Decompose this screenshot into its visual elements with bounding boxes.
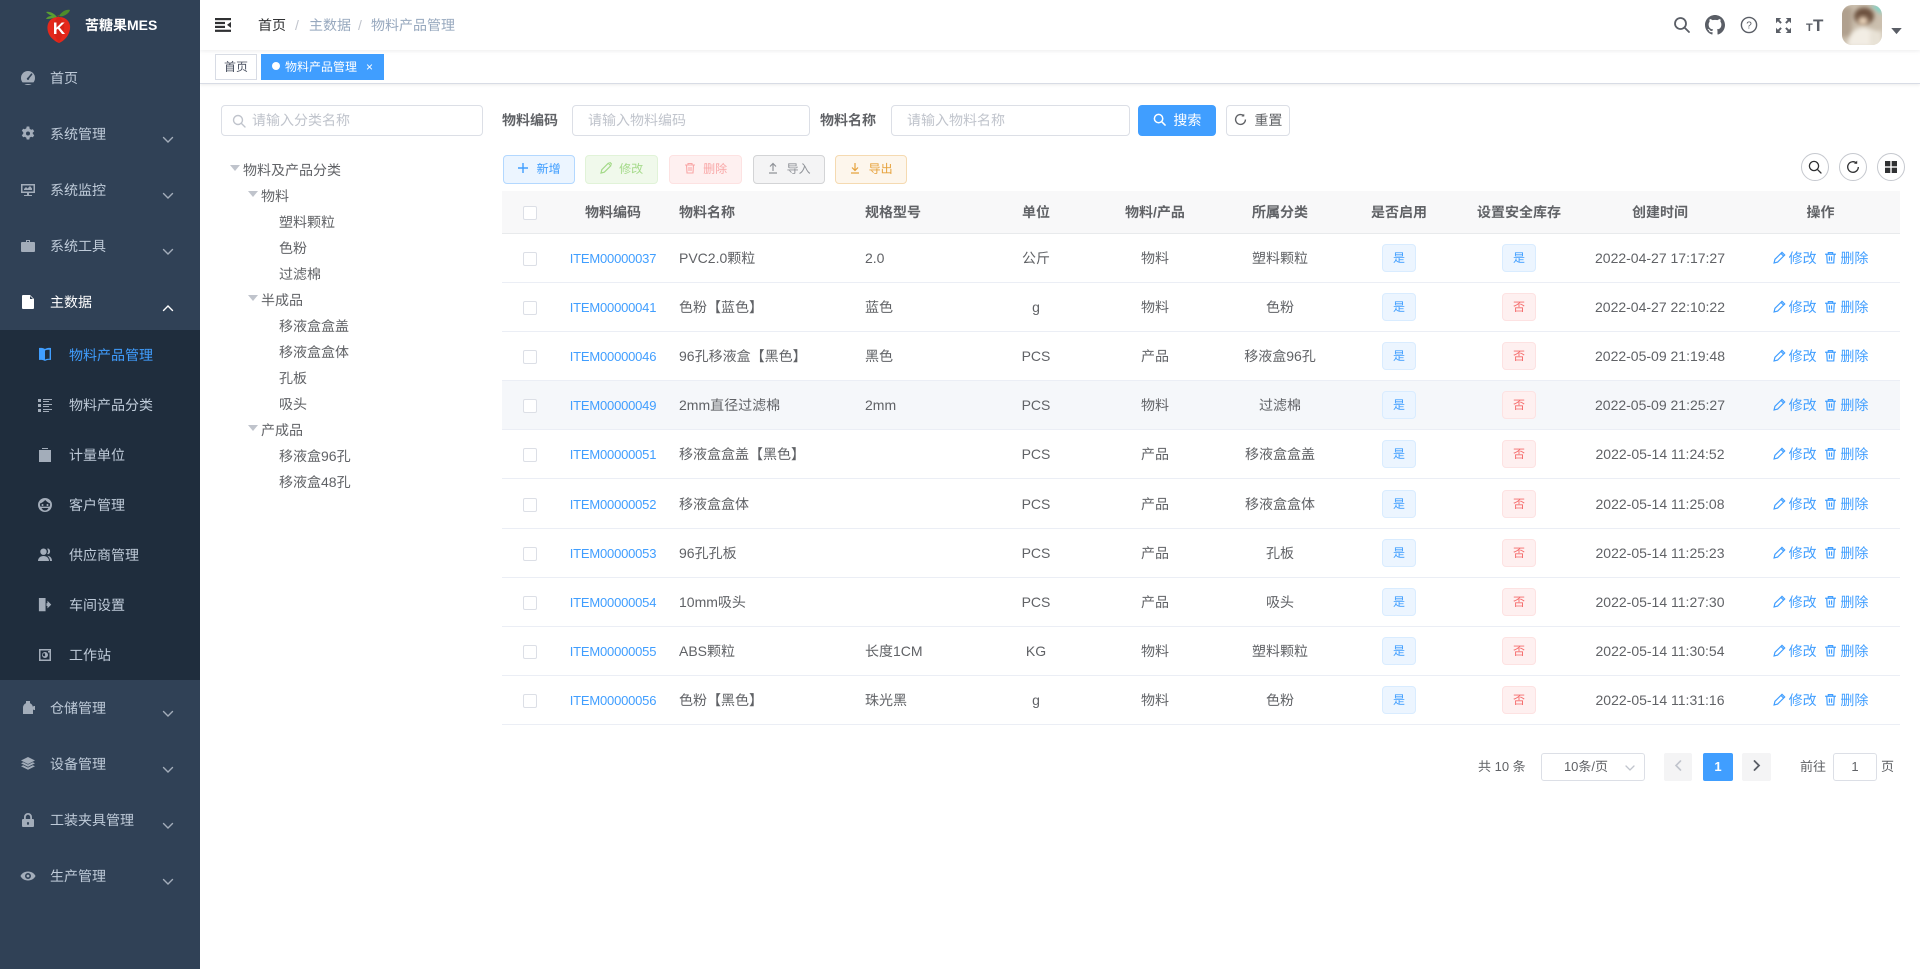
- svg-text:K: K: [53, 19, 66, 38]
- svg-text:T: T: [1813, 16, 1824, 34]
- svg-text:T: T: [1806, 22, 1813, 34]
- svg-text:?: ?: [1746, 21, 1752, 32]
